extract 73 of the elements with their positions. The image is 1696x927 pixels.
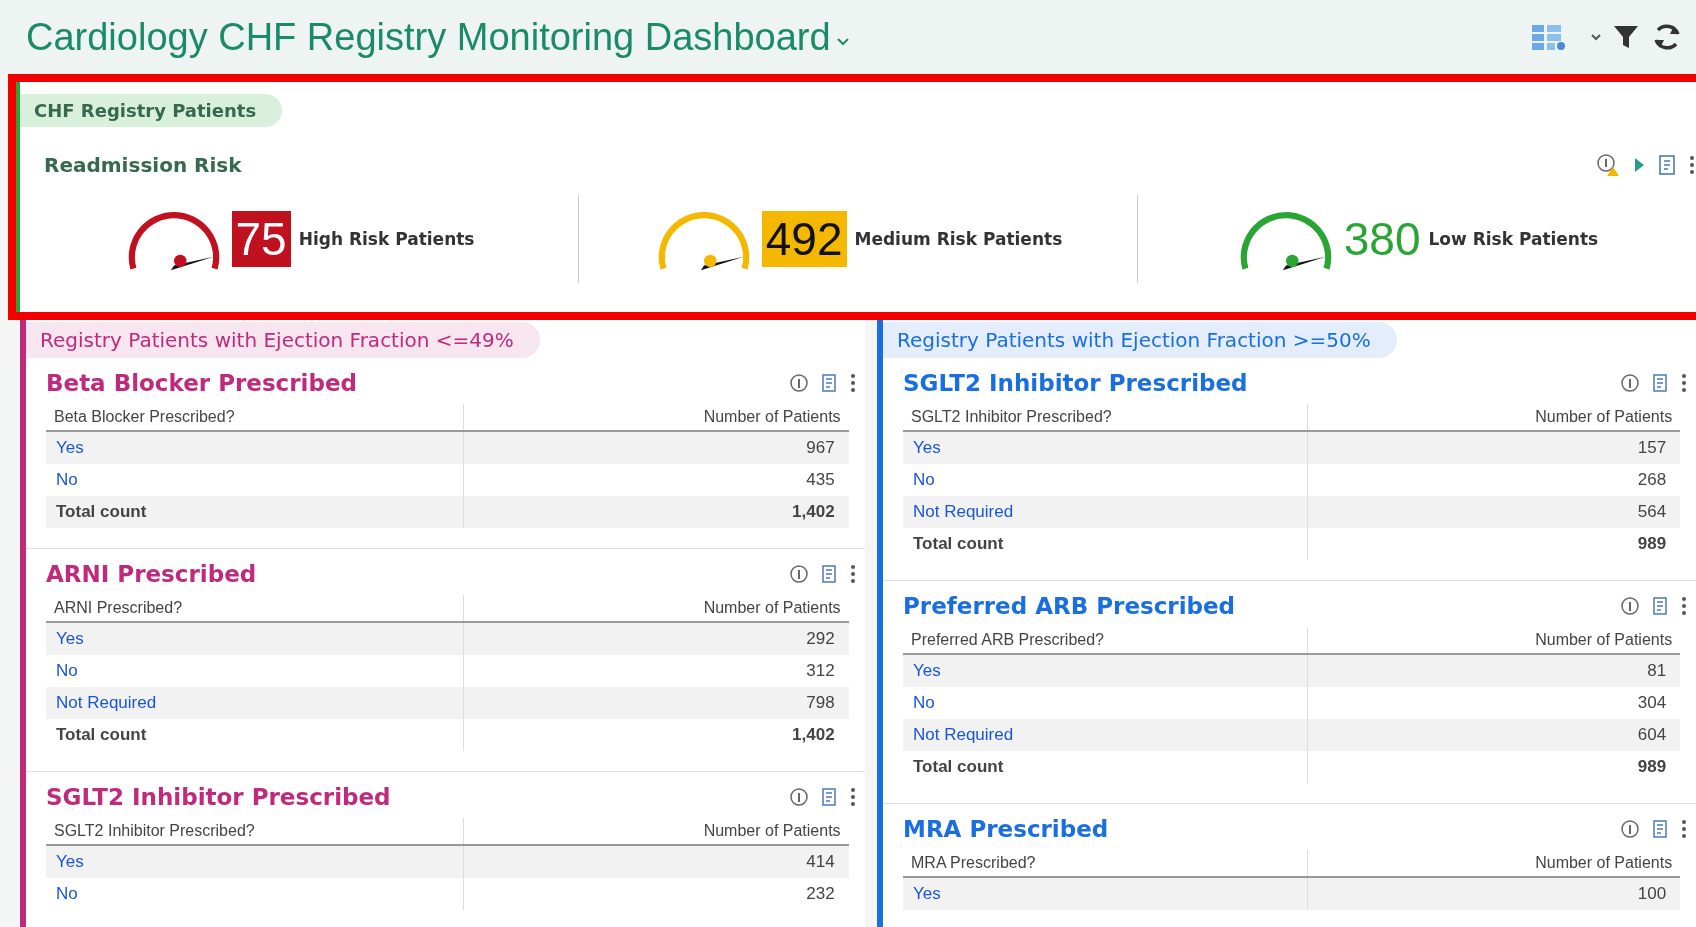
table-cell[interactable]: Yes xyxy=(46,622,464,655)
info-warning-icon[interactable] xyxy=(1596,153,1620,177)
more-icon[interactable] xyxy=(849,787,857,807)
info-icon[interactable] xyxy=(1620,819,1640,839)
table-cell[interactable]: Yes xyxy=(903,877,1308,910)
risk-label: Medium Risk Patients xyxy=(854,229,1063,249)
card-title: SGLT2 Inhibitor Prescribed xyxy=(46,784,391,810)
table-cell: Total count xyxy=(46,496,464,528)
table-cell: 1,402 xyxy=(463,719,849,751)
table-cell: 292 xyxy=(463,622,849,655)
section-label: CHF Registry Patients xyxy=(20,94,283,127)
table-cell: 81 xyxy=(1307,654,1681,687)
table-cell[interactable]: Yes xyxy=(46,845,464,878)
card-title: ARNI Prescribed xyxy=(46,561,257,587)
risk-label: High Risk Patients xyxy=(298,229,475,249)
card-title: Beta Blocker Prescribed xyxy=(46,370,357,396)
document-icon[interactable] xyxy=(821,564,837,584)
document-icon[interactable] xyxy=(1652,819,1668,839)
info-icon[interactable] xyxy=(789,564,809,584)
more-icon[interactable] xyxy=(1680,596,1688,616)
more-icon[interactable] xyxy=(849,564,857,584)
document-icon[interactable] xyxy=(821,787,837,807)
caret-icon xyxy=(834,37,851,47)
table-cell: 564 xyxy=(1307,496,1681,528)
document-icon[interactable] xyxy=(821,373,837,393)
section-label: Registry Patients with Ejection Fraction <=49% xyxy=(26,322,540,358)
table-cell: 312 xyxy=(463,655,849,687)
table-cell: 435 xyxy=(463,464,849,496)
table-cell[interactable]: Not Required xyxy=(46,687,464,719)
table-cell[interactable]: Not Required xyxy=(903,496,1308,528)
table-cell[interactable]: Yes xyxy=(903,654,1308,687)
card-title: SGLT2 Inhibitor Prescribed xyxy=(903,370,1248,396)
document-icon[interactable] xyxy=(1652,373,1668,393)
table-cell[interactable]: Yes xyxy=(903,431,1308,464)
risk-count: 380 xyxy=(1343,212,1421,267)
table-cell: 1,402 xyxy=(463,496,849,528)
table-cell: 304 xyxy=(1307,687,1681,719)
document-icon[interactable] xyxy=(1658,154,1676,176)
table-cell: 967 xyxy=(463,431,849,464)
card-title: MRA Prescribed xyxy=(903,816,1109,842)
table-cell: 157 xyxy=(1307,431,1681,464)
table-cell[interactable]: Yes xyxy=(46,431,464,464)
more-icon[interactable] xyxy=(1680,819,1688,839)
caret-icon[interactable] xyxy=(1590,32,1602,42)
play-icon[interactable] xyxy=(1632,156,1646,174)
table-cell: 232 xyxy=(463,878,849,910)
table-cell: Total count xyxy=(903,528,1308,560)
info-icon[interactable] xyxy=(789,373,809,393)
table-cell: 989 xyxy=(1307,751,1681,783)
risk-count: 75 xyxy=(231,211,291,267)
table-cell: 798 xyxy=(463,687,849,719)
table-cell: 100 xyxy=(1307,877,1681,910)
risk-count: 492 xyxy=(761,211,847,267)
info-icon[interactable] xyxy=(1620,596,1640,616)
table-cell: 989 xyxy=(1307,528,1681,560)
more-icon[interactable] xyxy=(1688,154,1696,176)
section-label: Registry Patients with Ejection Fraction >=50% xyxy=(883,322,1397,358)
card-title: Preferred ARB Prescribed xyxy=(903,593,1236,619)
table-cell: 604 xyxy=(1307,719,1681,751)
table-cell[interactable]: Not Required xyxy=(903,719,1308,751)
risk-label: Low Risk Patients xyxy=(1428,229,1599,249)
document-icon[interactable] xyxy=(1652,596,1668,616)
table-cell: Total count xyxy=(903,751,1308,783)
table-cell: 414 xyxy=(463,845,849,878)
table-cell: 268 xyxy=(1307,464,1681,496)
info-icon[interactable] xyxy=(789,787,809,807)
table-cell[interactable]: No xyxy=(46,878,464,910)
more-icon[interactable] xyxy=(1680,373,1688,393)
filter-icon[interactable] xyxy=(1612,23,1640,51)
info-icon[interactable] xyxy=(1620,373,1640,393)
more-icon[interactable] xyxy=(849,373,857,393)
card-title: Readmission Risk xyxy=(44,153,242,177)
table-cell: Total count xyxy=(46,719,464,751)
